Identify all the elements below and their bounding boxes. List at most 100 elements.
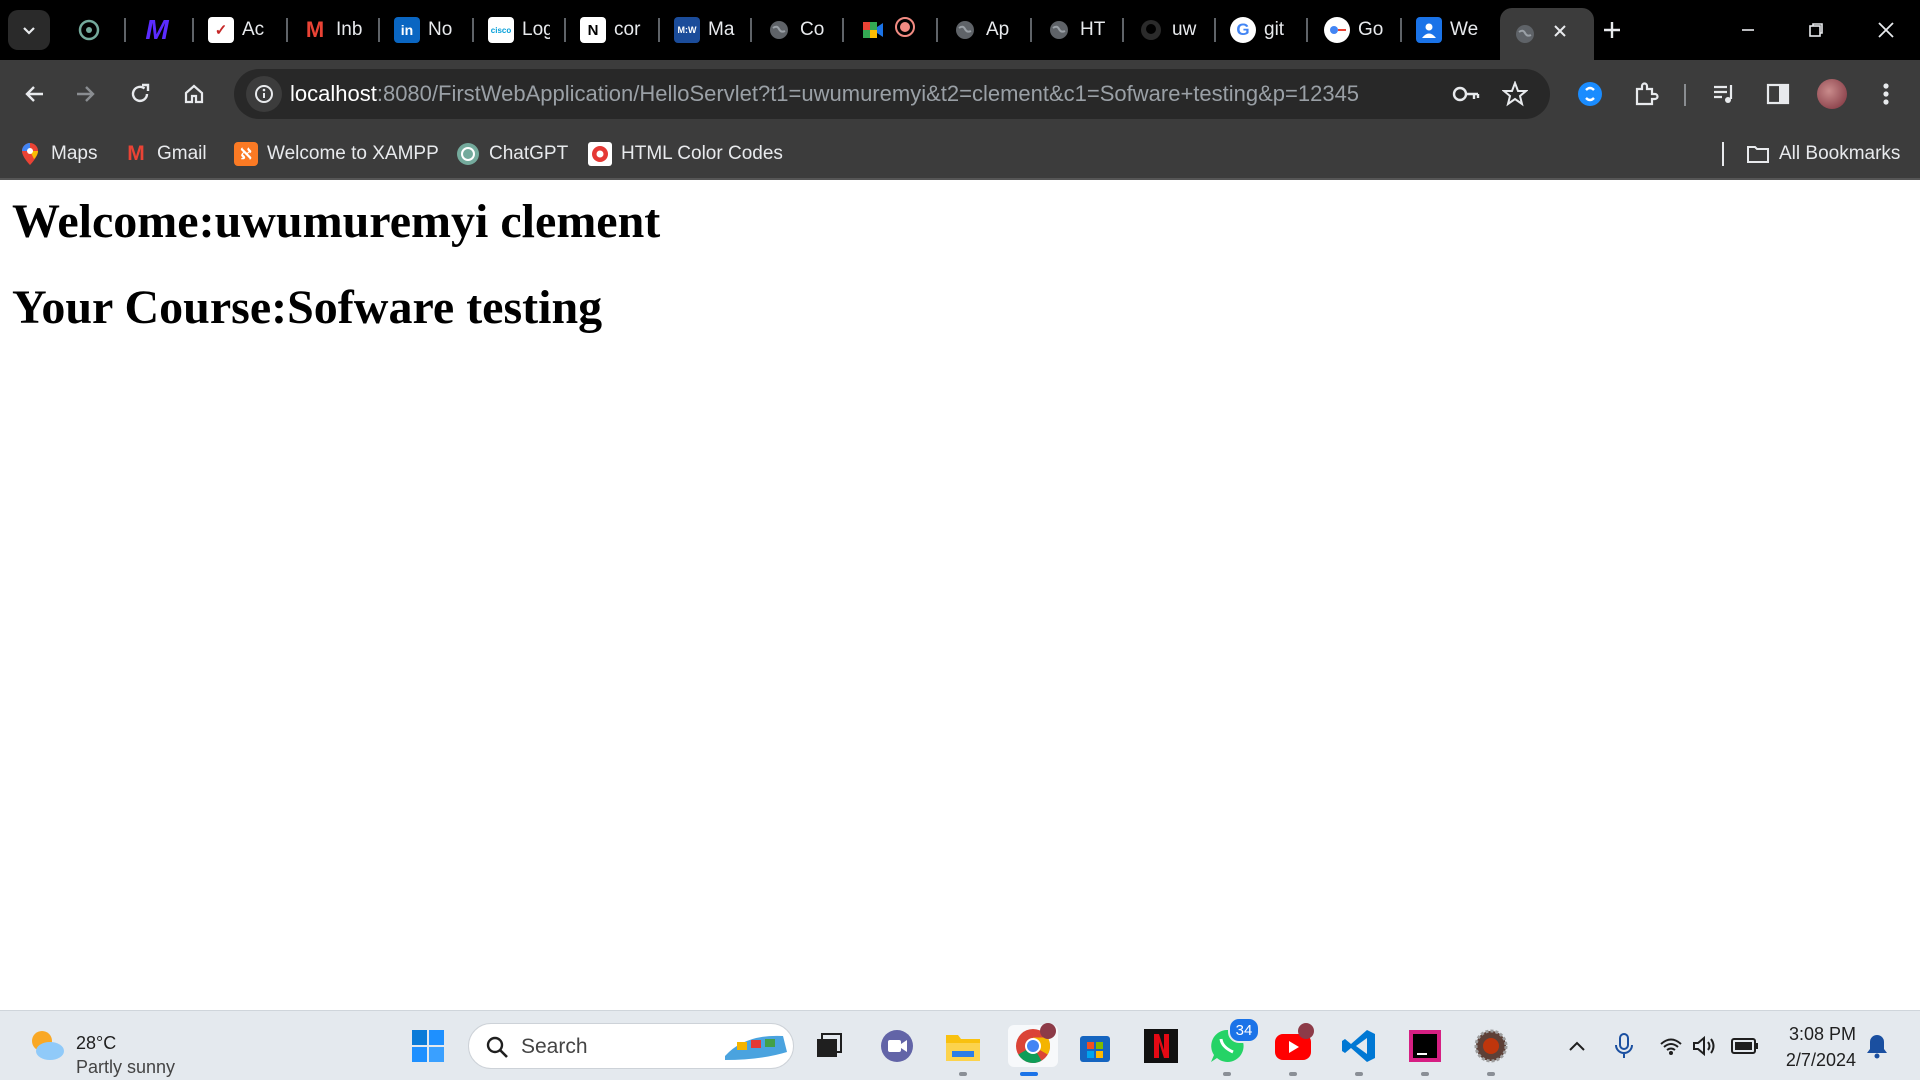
browser-toolbar: localhost:8080/FirstWebApplication/Hello… <box>0 60 1920 128</box>
active-tab[interactable] <box>1500 8 1594 60</box>
taskbar-intellij[interactable] <box>1404 1025 1446 1076</box>
search-icon <box>485 1035 509 1064</box>
browser-tab[interactable]: M Inb <box>302 10 366 50</box>
taskbar: 28°C Partly sunny Search 34 3:08 PM 2/7/… <box>0 1010 1920 1080</box>
restore-button[interactable] <box>1782 0 1850 60</box>
netflix-icon <box>1144 1029 1178 1063</box>
tab-separator <box>1214 18 1216 42</box>
browser-tab[interactable] <box>76 10 108 50</box>
password-key-icon[interactable] <box>1452 82 1480 111</box>
bookmark-maps[interactable]: Maps <box>18 140 97 168</box>
tab-search-button[interactable] <box>8 10 50 50</box>
tab-separator <box>1030 18 1032 42</box>
minimize-icon <box>1742 29 1754 31</box>
contact-icon <box>1416 17 1442 43</box>
browser-tab[interactable]: Ap <box>952 10 1016 50</box>
bookmark-label: Maps <box>51 143 98 164</box>
browser-tab[interactable]: M <box>144 10 176 50</box>
chat-icon <box>881 1030 913 1062</box>
close-tab-icon[interactable] <box>1552 23 1568 45</box>
color-codes-icon <box>588 142 612 166</box>
playlist-icon <box>1714 85 1733 103</box>
browser-tab[interactable]: ✓ Ac <box>208 10 272 50</box>
tab-title: Ac <box>242 19 265 40</box>
bookmark-html-color-codes[interactable]: HTML Color Codes <box>588 140 783 168</box>
taskbar-app[interactable] <box>1470 1025 1512 1076</box>
taskbar-chrome[interactable] <box>1008 1023 1058 1076</box>
clock[interactable]: 3:08 PM 2/7/2024 <box>1786 1021 1856 1073</box>
check-icon: ✓ <box>208 17 234 43</box>
bookmark-label: Welcome to XAMPP <box>267 143 439 164</box>
welcome-heading: Welcome:uwumuremyi clement <box>12 195 661 248</box>
gmail-icon: M <box>305 17 325 42</box>
browser-tab[interactable]: M:W Ma <box>674 10 738 50</box>
new-tab-button[interactable] <box>1592 10 1632 50</box>
toolbar-divider <box>1684 84 1686 106</box>
back-button[interactable] <box>14 74 54 114</box>
menu-button[interactable] <box>1866 74 1906 114</box>
taskbar-file-explorer[interactable] <box>942 1025 984 1076</box>
browser-tab[interactable]: HT <box>1046 10 1110 50</box>
taskbar-whatsapp[interactable]: 34 <box>1206 1017 1260 1076</box>
maps-pin-icon <box>18 142 42 166</box>
browser-tab[interactable]: Go <box>1324 10 1388 50</box>
taskbar-teams[interactable] <box>876 1025 918 1067</box>
home-button[interactable] <box>174 74 214 114</box>
browser-tab[interactable]: G git <box>1230 10 1294 50</box>
show-hidden-icons-button[interactable] <box>1562 1031 1592 1061</box>
site-info-icon[interactable] <box>246 76 282 112</box>
reload-button[interactable] <box>120 74 160 114</box>
browser-tab[interactable]: uw <box>1138 10 1202 50</box>
wifi-button[interactable] <box>1656 1031 1686 1061</box>
taskbar-vscode[interactable] <box>1338 1025 1380 1076</box>
shazam-extension-button[interactable] <box>1570 74 1610 114</box>
home-icon <box>184 84 204 104</box>
forward-button[interactable] <box>66 74 106 114</box>
globe-icon <box>1512 21 1538 47</box>
bell-icon <box>1867 1035 1887 1059</box>
extensions-button[interactable] <box>1626 74 1666 114</box>
minimize-button[interactable] <box>1714 0 1782 60</box>
chevron-up-icon <box>1569 1041 1585 1051</box>
battery-button[interactable] <box>1730 1031 1760 1061</box>
browser-tab[interactable]: Co <box>766 10 830 50</box>
start-button[interactable] <box>407 1025 449 1067</box>
browser-tab[interactable] <box>860 10 924 50</box>
bookmark-label: Gmail <box>157 143 207 164</box>
taskbar-store[interactable] <box>1074 1025 1116 1067</box>
microphone-button[interactable] <box>1609 1031 1639 1061</box>
bookmarks-divider <box>1722 142 1724 166</box>
close-window-button[interactable] <box>1852 0 1920 60</box>
browser-tab[interactable]: We <box>1416 10 1480 50</box>
volume-button[interactable] <box>1690 1031 1720 1061</box>
notifications-button[interactable] <box>1862 1031 1892 1061</box>
taskbar-search[interactable]: Search <box>468 1023 794 1069</box>
url-text[interactable]: localhost:8080/FirstWebApplication/Hello… <box>290 81 1359 107</box>
weather-temperature: 28°C <box>76 1033 117 1053</box>
side-panel-button[interactable] <box>1758 74 1798 114</box>
media-controls-button[interactable] <box>1704 74 1744 114</box>
clock-time: 3:08 PM <box>1788 1024 1856 1044</box>
address-bar[interactable]: localhost:8080/FirstWebApplication/Hello… <box>234 69 1550 119</box>
bookmark-star-icon[interactable] <box>1501 80 1529 112</box>
weather-description: Partly sunny <box>76 1057 176 1077</box>
bookmark-chatgpt[interactable]: ChatGPT <box>456 140 568 168</box>
taskbar-netflix[interactable] <box>1140 1025 1182 1067</box>
browser-tab[interactable]: in No <box>394 10 458 50</box>
browser-tab[interactable]: N cor <box>580 10 644 50</box>
task-view-button[interactable] <box>808 1025 850 1067</box>
chatgpt-icon <box>456 142 480 166</box>
tab-separator <box>378 18 380 42</box>
weather-widget[interactable]: 28°C Partly sunny <box>22 1021 322 1077</box>
profile-button[interactable] <box>1812 74 1852 114</box>
browser-tab[interactable]: cisco Log <box>488 10 552 50</box>
all-bookmarks-button[interactable]: All Bookmarks <box>1746 140 1900 168</box>
bookmark-xampp[interactable]: ℵ Welcome to XAMPP <box>234 140 439 168</box>
folder-icon <box>1746 142 1770 166</box>
close-icon <box>1878 22 1894 38</box>
taskbar-youtube[interactable] <box>1272 1023 1314 1076</box>
bookmark-gmail[interactable]: M Gmail <box>124 140 207 168</box>
task-view-icon <box>817 1033 842 1057</box>
folder-icon <box>946 1035 980 1061</box>
arrow-right-icon <box>77 86 95 102</box>
